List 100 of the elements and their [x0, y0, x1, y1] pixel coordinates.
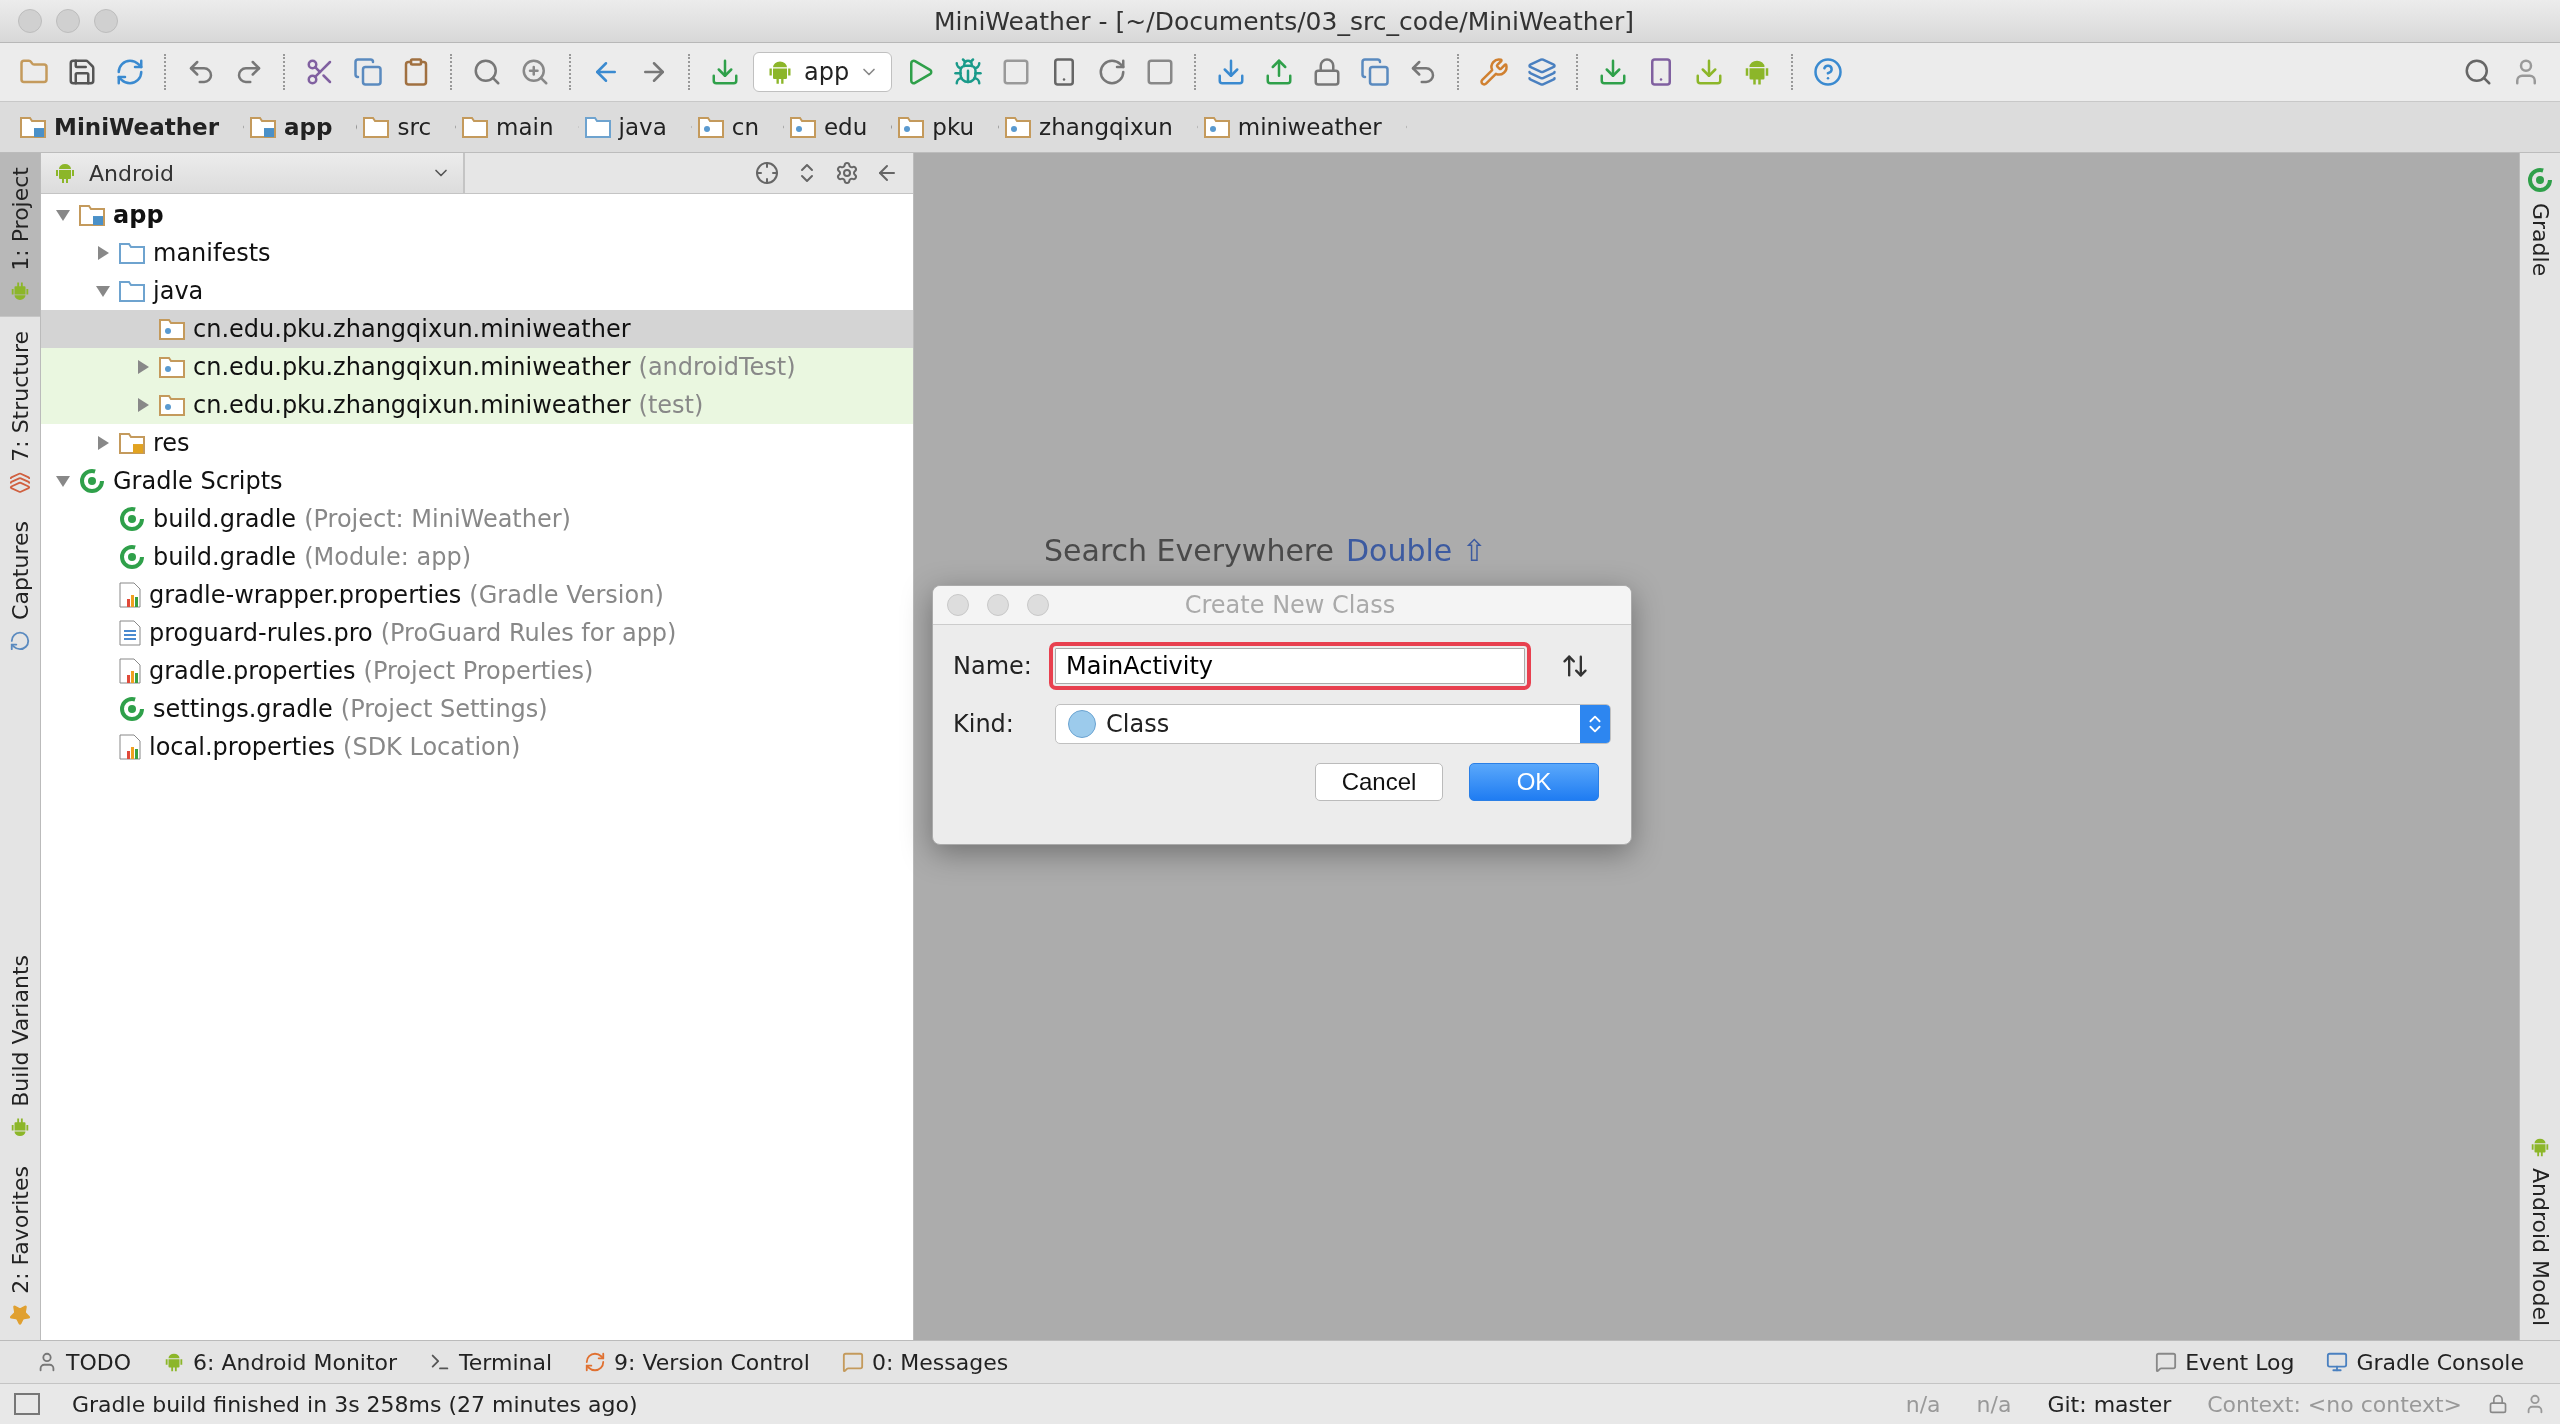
folder-icon — [119, 241, 145, 265]
tree-item-note: (Project: MiniWeather) — [304, 505, 571, 533]
tool-window-button[interactable]: Terminal — [413, 1349, 569, 1375]
tree-item-label: settings.gradle — [153, 695, 333, 723]
tree-row[interactable]: proguard-rules.pro (ProGuard Rules for app) — [41, 614, 913, 652]
tool-window-tab[interactable]: 1: Project — [0, 153, 40, 317]
kind-label: Kind: — [953, 709, 1015, 739]
tree-item-label: app — [113, 201, 164, 229]
tree-row[interactable]: settings.gradle (Project Settings) — [41, 690, 913, 728]
messages-icon — [841, 1351, 864, 1373]
tree-row[interactable]: cn.edu.pku.zhangqixun.miniweather — [41, 310, 913, 348]
tree-row[interactable]: local.properties (SDK Location) — [41, 728, 913, 766]
package-icon — [159, 355, 185, 379]
breadcrumb-item[interactable]: java — [578, 102, 692, 152]
tool-window-button[interactable]: Gradle Console — [2310, 1349, 2540, 1375]
tree-row[interactable]: gradle.properties (Project Properties) — [41, 652, 913, 690]
breadcrumb-item[interactable]: main — [456, 102, 579, 152]
collapse-arrow-icon[interactable] — [95, 283, 111, 299]
tree-row[interactable]: gradle-wrapper.properties (Gradle Version) — [41, 576, 913, 614]
package-icon — [789, 115, 816, 139]
tree-row[interactable]: res — [41, 424, 913, 462]
folder-icon — [462, 115, 489, 139]
lock-icon — [2488, 1394, 2508, 1414]
package-icon — [1203, 115, 1230, 139]
tree-row[interactable]: java — [41, 272, 913, 310]
tree-item-label: gradle.properties — [149, 657, 356, 685]
package-icon — [159, 393, 185, 417]
console-icon — [2326, 1351, 2349, 1373]
class-icon — [1068, 710, 1096, 738]
tree-item-note: (androidTest) — [638, 353, 796, 381]
tree-item-label: build.gradle — [153, 505, 297, 533]
settings-icon[interactable] — [835, 161, 859, 185]
gradle-icon — [119, 696, 145, 722]
tree-item-note: (Project Properties) — [363, 657, 594, 685]
android-icon — [53, 161, 77, 185]
tool-window-tab[interactable]: Gradle — [2520, 153, 2560, 291]
tool-window-button[interactable]: Event Log — [2139, 1349, 2311, 1375]
tool-window-button[interactable]: 6: Android Monitor — [147, 1349, 414, 1375]
status-message: Gradle build finished in 3s 258ms (27 minutes ago) — [72, 1391, 638, 1417]
tree-item-note: (Gradle Version) — [469, 581, 664, 609]
expand-arrow-icon[interactable] — [135, 359, 151, 375]
collapse-arrow-icon[interactable] — [55, 473, 71, 489]
tree-item-label: manifests — [153, 239, 271, 267]
shortcut-hint: Double ⇧ — [1346, 533, 1487, 568]
tree-row[interactable]: cn.edu.pku.zhangqixun.miniweather (androidTest) — [41, 348, 913, 386]
tree-item-label: Gradle Scripts — [113, 467, 283, 495]
breadcrumb-item[interactable]: src — [357, 102, 457, 152]
module-icon — [250, 115, 276, 139]
tool-window-tab[interactable]: Android Model — [2520, 1121, 2560, 1340]
run-configuration-dropdown[interactable]: app — [753, 52, 893, 92]
expand-arrow-icon[interactable] — [135, 397, 151, 413]
collapse-arrow-icon[interactable] — [55, 207, 71, 223]
breadcrumb-item[interactable]: edu — [783, 102, 893, 152]
android-icon — [9, 280, 31, 303]
panel-toggle-icon[interactable] — [14, 1393, 40, 1415]
breadcrumb-item[interactable]: miniweather — [1197, 102, 1407, 152]
search-everywhere-hint: Search Everywhere — [1044, 533, 1334, 568]
kind-dropdown[interactable]: Class — [1055, 704, 1611, 744]
breadcrumb-item[interactable]: cn — [691, 102, 784, 152]
module-icon — [79, 203, 105, 227]
tool-window-button[interactable]: TODO — [20, 1349, 147, 1375]
tree-item-note: (Module: app) — [304, 543, 471, 571]
locate-icon[interactable] — [755, 161, 779, 185]
tree-row[interactable]: build.gradle (Project: MiniWeather) — [41, 500, 913, 538]
tool-window-button[interactable]: 9: Version Control — [568, 1349, 826, 1375]
properties-file-icon — [119, 582, 141, 608]
status-item[interactable]: Git: master — [2037, 1391, 2182, 1417]
expand-arrow-icon[interactable] — [95, 245, 111, 261]
tree-item-note: (ProGuard Rules for app) — [380, 619, 677, 647]
tool-window-tab[interactable]: 2: Favorites — [0, 1152, 40, 1340]
folder-icon — [363, 115, 390, 139]
folder-icon — [119, 279, 145, 303]
name-label: Name: — [953, 651, 1033, 681]
folder-icon — [584, 115, 611, 139]
view-selector[interactable]: Android — [41, 153, 465, 193]
breadcrumb-item[interactable]: MiniWeather — [14, 102, 244, 152]
gradle-icon — [119, 506, 145, 532]
breadcrumb-item[interactable]: pku — [892, 102, 1000, 152]
breadcrumb-item[interactable]: app — [244, 102, 358, 152]
properties-file-icon — [119, 658, 141, 684]
dialog-title: Create New Class — [1183, 591, 1397, 619]
tool-window-tab[interactable]: Captures — [0, 507, 40, 667]
tree-item-label: res — [153, 429, 190, 457]
android-icon — [163, 1351, 185, 1373]
tree-row[interactable]: Gradle Scripts — [41, 462, 913, 500]
package-icon — [898, 115, 925, 139]
package-icon — [1005, 115, 1032, 139]
breadcrumb-item[interactable]: zhangqixun — [999, 102, 1198, 152]
tree-row[interactable]: manifests — [41, 234, 913, 272]
tree-row[interactable]: cn.edu.pku.zhangqixun.miniweather (test) — [41, 386, 913, 424]
gradle-icon — [2527, 167, 2553, 193]
tool-window-button[interactable]: 0: Messages — [825, 1349, 1025, 1375]
tool-window-tab[interactable]: 7: Structure — [0, 316, 40, 508]
tool-window-tab[interactable]: Build Variants — [0, 940, 40, 1153]
tree-row[interactable]: build.gradle (Module: app) — [41, 538, 913, 576]
cancel-button[interactable]: Cancel — [1315, 763, 1443, 801]
tree-item-note: (Project Settings) — [340, 695, 548, 723]
tree-row[interactable]: app — [41, 196, 913, 234]
event-log-icon — [2155, 1351, 2178, 1373]
expand-arrow-icon[interactable] — [95, 435, 111, 451]
